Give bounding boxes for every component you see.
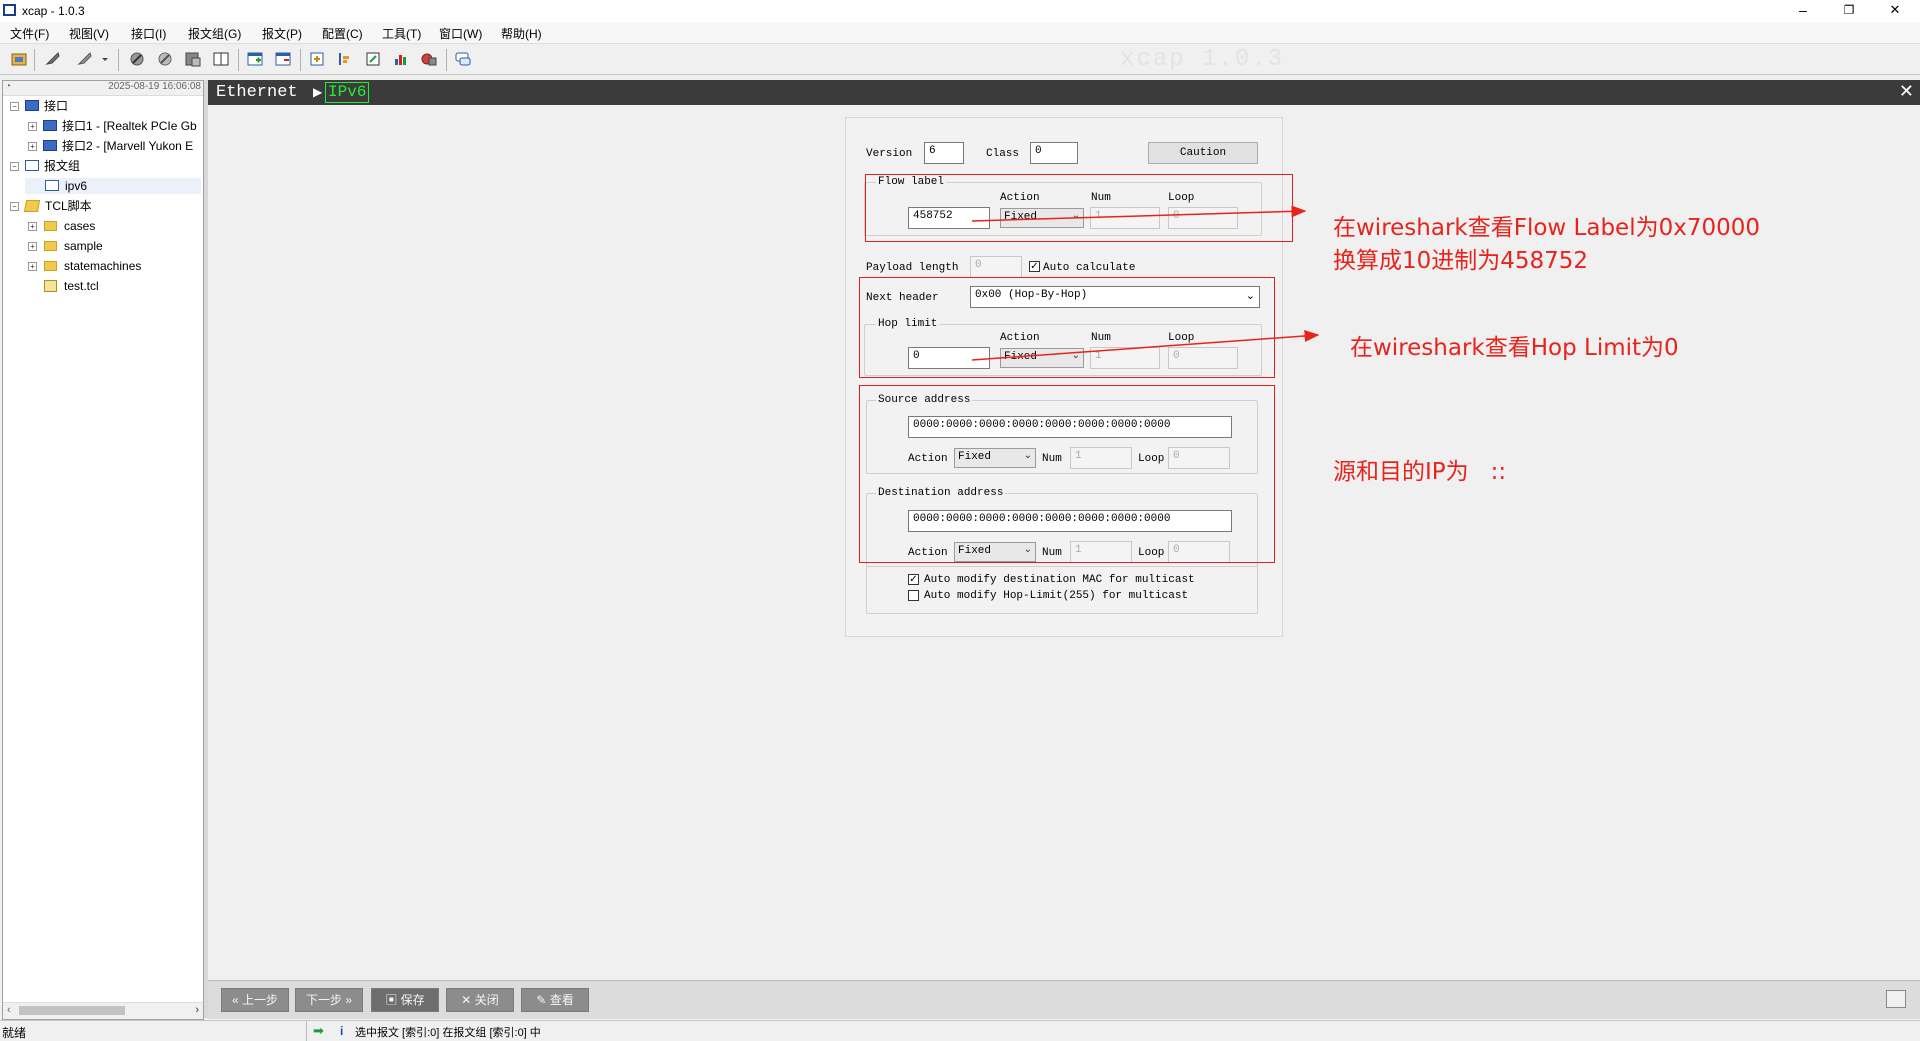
next-step-label: 下一步 xyxy=(305,993,342,1007)
flow-annotation-line1: 在wireshark查看Flow Label为0x70000 xyxy=(1333,215,1761,241)
annotation-arrows xyxy=(971,205,1320,361)
bottom-button-bar: « 上一步 下一步 » ▣ 保存 ✕ 关闭 ✎ 查看 xyxy=(208,980,1920,1019)
save-button[interactable]: ▣ 保存 xyxy=(371,988,439,1012)
edit-icon: ✎ xyxy=(536,993,547,1007)
previous-step-label: 上一步 xyxy=(242,993,279,1007)
view-button[interactable]: ✎ 查看 xyxy=(521,988,589,1012)
flow-arrow xyxy=(971,205,1307,222)
flow-annotation-line2: 换算成10进制为458752 xyxy=(1333,248,1589,274)
save-label: 保存 xyxy=(400,993,425,1007)
panel-toggle-icon[interactable] xyxy=(1886,990,1906,1008)
double-chevron-left-icon: « xyxy=(231,993,239,1007)
hop-arrow xyxy=(971,329,1320,361)
next-step-button[interactable]: 下一步 » xyxy=(295,988,363,1012)
previous-step-button[interactable]: « 上一步 xyxy=(221,988,289,1012)
address-annotation: 源和目的IP为 :: xyxy=(1333,459,1507,485)
status-message: 选中报文 [索引:0] 在报文组 [索引:0] 中 xyxy=(355,1027,541,1039)
close-label: 关闭 xyxy=(474,993,499,1007)
info-icon: i xyxy=(340,1024,344,1038)
status-bar: 就绪 ➡ i 选中报文 [索引:0] 在报文组 [索引:0] 中 xyxy=(0,1020,1920,1041)
arrow-right-icon: ➡ xyxy=(313,1023,324,1038)
status-ready: 就绪 xyxy=(2,1026,27,1040)
view-label: 查看 xyxy=(549,993,574,1007)
close-button[interactable]: ✕ 关闭 xyxy=(446,988,514,1012)
double-chevron-right-icon: » xyxy=(345,993,353,1007)
close-x-icon: ✕ xyxy=(461,993,472,1007)
save-icon: ▣ xyxy=(385,993,398,1007)
hop-annotation: 在wireshark查看Hop Limit为0 xyxy=(1350,335,1679,361)
